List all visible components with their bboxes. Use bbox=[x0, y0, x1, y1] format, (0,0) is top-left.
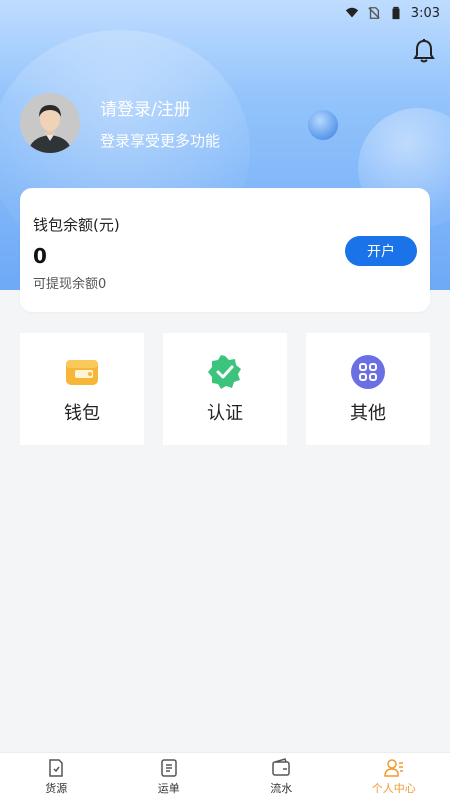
profile-icon bbox=[383, 758, 403, 777]
tile-wallet[interactable]: 钱包 bbox=[20, 333, 144, 445]
wallet-balance-label: 钱包余额(元) bbox=[33, 216, 120, 234]
nav-label: 货源 bbox=[45, 781, 68, 795]
tile-other[interactable]: 其他 bbox=[306, 333, 430, 445]
login-subtitle: 登录享受更多功能 bbox=[100, 132, 221, 150]
goods-icon bbox=[49, 758, 63, 777]
avatar[interactable] bbox=[20, 93, 80, 153]
nav-tab-waybill[interactable]: 运单 bbox=[113, 758, 225, 796]
default-avatar-icon bbox=[20, 93, 80, 153]
profile-section[interactable]: 请登录/注册 登录享受更多功能 bbox=[20, 93, 220, 153]
nav-tab-profile[interactable]: 个人中心 bbox=[338, 758, 450, 796]
wallet-balance-card: 钱包余额(元) 0 可提现余额0 开户 bbox=[20, 188, 430, 312]
wallet-balance-amount: 0 bbox=[33, 244, 47, 268]
wallet-flow-icon bbox=[272, 757, 290, 776]
wallet-icon bbox=[66, 360, 98, 385]
login-register-link[interactable]: 请登录/注册 bbox=[100, 95, 220, 120]
bell-icon[interactable] bbox=[412, 38, 436, 64]
nav-label: 运单 bbox=[157, 781, 180, 795]
open-account-button[interactable]: 开户 bbox=[345, 236, 417, 266]
verified-badge-icon bbox=[208, 355, 241, 389]
battery-icon bbox=[392, 6, 400, 20]
status-time: 3:03 bbox=[410, 5, 440, 21]
bottom-navigation: 货源 运单 流水 个人中心 bbox=[0, 752, 450, 800]
decorative-bubble bbox=[308, 110, 338, 140]
tile-label: 其他 bbox=[350, 403, 386, 424]
nav-tab-flow[interactable]: 流水 bbox=[225, 757, 337, 796]
tile-label: 认证 bbox=[207, 403, 243, 424]
nav-tab-goods[interactable]: 货源 bbox=[0, 758, 112, 796]
withdrawable-balance: 可提现余额0 bbox=[33, 277, 107, 292]
grid-more-icon bbox=[351, 355, 385, 389]
feature-grid: 钱包 认证 其他 bbox=[20, 333, 430, 445]
nav-label: 个人中心 bbox=[371, 781, 416, 795]
wifi-icon bbox=[345, 7, 358, 18]
tile-verification[interactable]: 认证 bbox=[163, 333, 287, 445]
waybill-icon bbox=[161, 758, 177, 777]
no-sim-icon bbox=[368, 7, 380, 19]
nav-label: 流水 bbox=[270, 781, 293, 795]
status-bar: 3:03 bbox=[0, 0, 450, 26]
tile-label: 钱包 bbox=[64, 403, 100, 424]
